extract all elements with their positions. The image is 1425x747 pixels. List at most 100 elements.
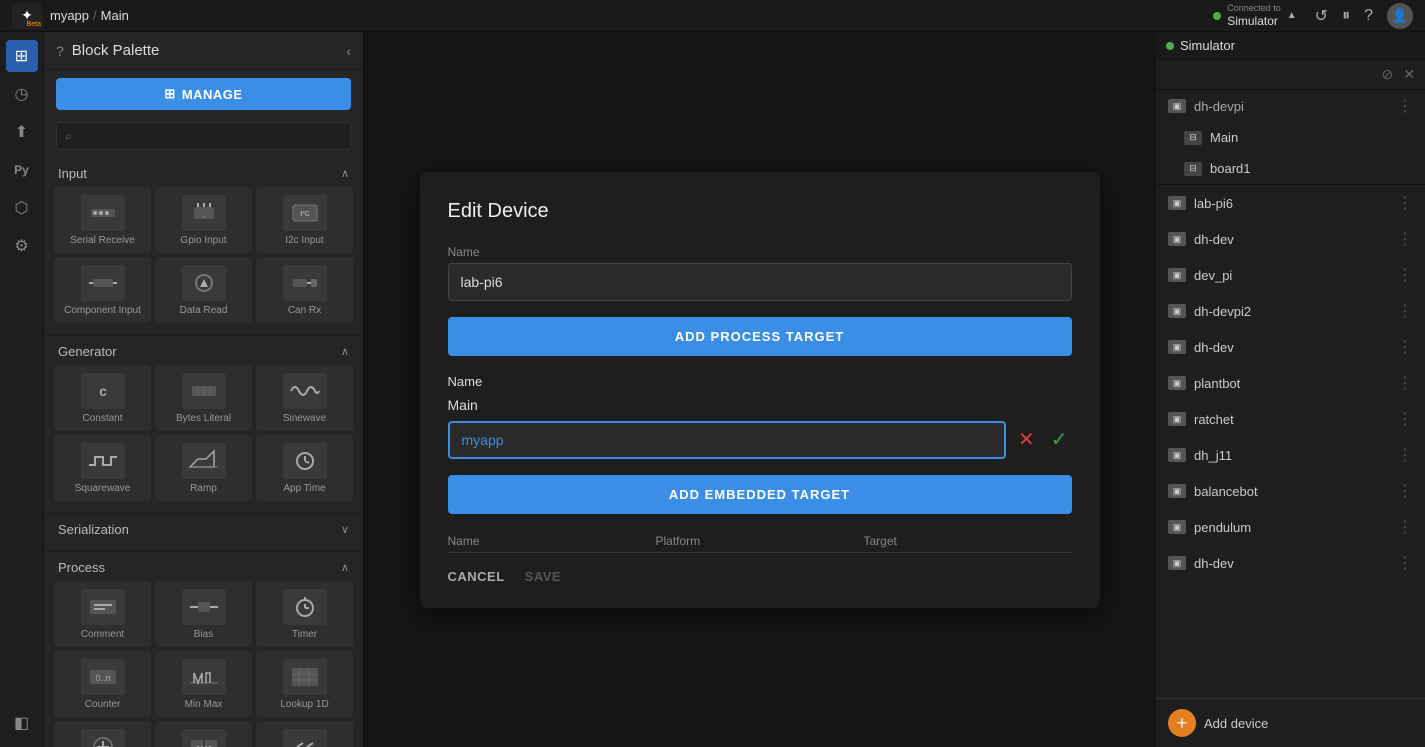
device-more-plantbot[interactable]: ⋮ (1397, 373, 1413, 393)
device-more-ratchet[interactable]: ⋮ (1397, 409, 1413, 429)
name-label-inline: Name (448, 374, 483, 389)
modal-save-button[interactable]: SAVE (525, 569, 561, 584)
block-gpio-input[interactable]: → Gpio Input (155, 187, 252, 253)
toolbar-close-icon[interactable]: ✕ (1403, 66, 1415, 83)
device-item-lab-pi6[interactable]: ▣ lab-pi6 ⋮ (1156, 185, 1425, 221)
block-counter[interactable]: 0..n Counter (54, 651, 151, 717)
breadcrumb-app[interactable]: myapp (50, 8, 89, 23)
palette-collapse-icon[interactable]: ‹ (346, 43, 351, 59)
block-app-time[interactable]: App Time (256, 435, 353, 501)
breadcrumb-page[interactable]: Main (101, 8, 129, 23)
data-read-icon (182, 265, 226, 301)
rail-debug-icon[interactable]: ⬡ (6, 192, 38, 224)
device-more-balancebot[interactable]: ⋮ (1397, 481, 1413, 501)
section-serialization-header[interactable]: Serialization ∨ (44, 514, 363, 543)
search-input[interactable] (78, 129, 342, 144)
block-can-rx[interactable]: Can Rx (256, 257, 353, 323)
device-more-lab-pi6[interactable]: ⋮ (1397, 193, 1413, 213)
block-switch[interactable]: Switch (155, 721, 252, 747)
rail-history-icon[interactable]: ◷ (6, 78, 38, 110)
rail-upload-icon[interactable]: ⬆ (6, 116, 38, 148)
device-name-balancebot: balancebot (1194, 484, 1389, 499)
device-item-dh-devpi2[interactable]: ▣ dh-devpi2 ⋮ (1156, 293, 1425, 329)
connection-dropdown-arrow[interactable]: ▲ (1287, 10, 1297, 21)
help-icon[interactable]: ? (1364, 7, 1373, 25)
device-item-ratchet[interactable]: ▣ ratchet ⋮ (1156, 401, 1425, 437)
block-comment[interactable]: Comment (54, 581, 151, 647)
block-component-input[interactable]: Component Input (54, 257, 151, 323)
block-serial-receive[interactable]: Serial Receive (54, 187, 151, 253)
app-input[interactable] (448, 421, 1006, 459)
confirm-action-button[interactable]: ✓ (1047, 423, 1072, 456)
logo[interactable]: ✦ Beta (12, 3, 42, 29)
canvas-area[interactable]: Edit Device Name ADD PROCESS TARGET Name… (364, 32, 1155, 747)
simulator-dropdown[interactable]: Simulator (1156, 32, 1425, 60)
modal-cancel-button[interactable]: CANCEL (448, 569, 505, 584)
add-device-icon: + (1168, 709, 1196, 737)
block-bias[interactable]: Bias (155, 581, 252, 647)
device-more-dev-pi[interactable]: ⋮ (1397, 265, 1413, 285)
device-more-dh-dev-2[interactable]: ⋮ (1397, 337, 1413, 357)
device-item-dh-dev-3[interactable]: ▣ dh-dev ⋮ (1156, 545, 1425, 581)
device-item-main[interactable]: ⊟ Main (1156, 122, 1425, 153)
user-avatar[interactable]: 👤 (1387, 3, 1413, 29)
block-sum[interactable]: Sum (54, 721, 151, 747)
section-generator-header[interactable]: Generator ∧ (44, 336, 363, 365)
rail-python-icon[interactable]: Py (6, 154, 38, 186)
rail-layers-icon[interactable]: ◧ (6, 707, 38, 739)
cancel-action-button[interactable]: ✕ (1014, 423, 1039, 456)
device-item-balancebot[interactable]: ▣ balancebot ⋮ (1156, 473, 1425, 509)
block-data-read[interactable]: Data Read (155, 257, 252, 323)
device-name-dh-devpi: dh-devpi (1194, 99, 1389, 114)
add-process-button[interactable]: ADD PROCESS TARGET (448, 317, 1072, 356)
device-more-dh-devpi2[interactable]: ⋮ (1397, 301, 1413, 321)
device-name-ratchet: ratchet (1194, 412, 1389, 427)
device-more-dh-dev-1[interactable]: ⋮ (1397, 229, 1413, 249)
device-item-dev-pi[interactable]: ▣ dev_pi ⋮ (1156, 257, 1425, 293)
device-more-dh-j11[interactable]: ⋮ (1397, 445, 1413, 465)
device-item-pendulum[interactable]: ▣ pendulum ⋮ (1156, 509, 1425, 545)
device-item-plantbot[interactable]: ▣ plantbot ⋮ (1156, 365, 1425, 401)
search-icon: ⌕ (65, 128, 72, 144)
device-more-dh-devpi[interactable]: ⋮ (1397, 96, 1413, 116)
device-item-board1[interactable]: ⊟ board1 (1156, 153, 1425, 184)
rail-settings-icon[interactable]: ⚙ (6, 230, 38, 262)
add-embedded-button[interactable]: ADD EMBEDDED TARGET (448, 475, 1072, 514)
add-device-button[interactable]: + Add device (1168, 709, 1413, 737)
block-comparison[interactable]: Comparison (256, 721, 353, 747)
toolbar-ban-icon[interactable]: ⊘ (1382, 66, 1394, 83)
rail-blocks-icon[interactable]: ⊞ (6, 40, 38, 72)
process-target-name-label: Name (448, 374, 1072, 389)
block-bytes-literal[interactable]: Bytes Literal (155, 365, 252, 431)
device-item-dh-dev-2[interactable]: ▣ dh-dev ⋮ (1156, 329, 1425, 365)
modal-overlay[interactable]: Edit Device Name ADD PROCESS TARGET Name… (364, 32, 1155, 747)
block-timer[interactable]: Timer (256, 581, 353, 647)
block-squarewave[interactable]: Squarewave (54, 435, 151, 501)
block-ramp[interactable]: Ramp (155, 435, 252, 501)
table-col-name: Name (448, 534, 656, 548)
device-item-dh-devpi[interactable]: ▣ dh-devpi ⋮ (1156, 90, 1425, 122)
device-name-dh-dev-3: dh-dev (1194, 556, 1389, 571)
refresh-icon[interactable]: ↺ (1315, 6, 1328, 26)
section-process-header[interactable]: Process ∧ (44, 552, 363, 581)
block-lookup-1d[interactable]: Lookup 1D (256, 651, 353, 717)
name-input[interactable] (448, 263, 1072, 301)
pause-icon[interactable]: ⏸ (1342, 7, 1350, 25)
app-time-icon (283, 443, 327, 479)
block-i2c-input[interactable]: I²C I2c Input (256, 187, 353, 253)
min-max-label: Min Max (185, 699, 223, 711)
section-input-arrow: ∧ (341, 167, 349, 180)
block-min-max[interactable]: Min Max (155, 651, 252, 717)
device-item-dh-dev-1[interactable]: ▣ dh-dev ⋮ (1156, 221, 1425, 257)
process-name-value: Main (448, 397, 1072, 413)
section-input-header[interactable]: Input ∧ (44, 158, 363, 187)
generator-blocks: c Constant Bytes Literal (44, 365, 363, 505)
block-constant[interactable]: c Constant (54, 365, 151, 431)
manage-button[interactable]: ⊞ MANAGE (56, 78, 351, 110)
svg-text:0..n: 0..n (95, 673, 110, 683)
block-sinewave[interactable]: Sinewave (256, 365, 353, 431)
device-more-pendulum[interactable]: ⋮ (1397, 517, 1413, 537)
section-input: Input ∧ Serial Receive → Gpio Inpu (44, 158, 363, 336)
device-more-dh-dev-3[interactable]: ⋮ (1397, 553, 1413, 573)
device-item-dh-j11[interactable]: ▣ dh_j11 ⋮ (1156, 437, 1425, 473)
